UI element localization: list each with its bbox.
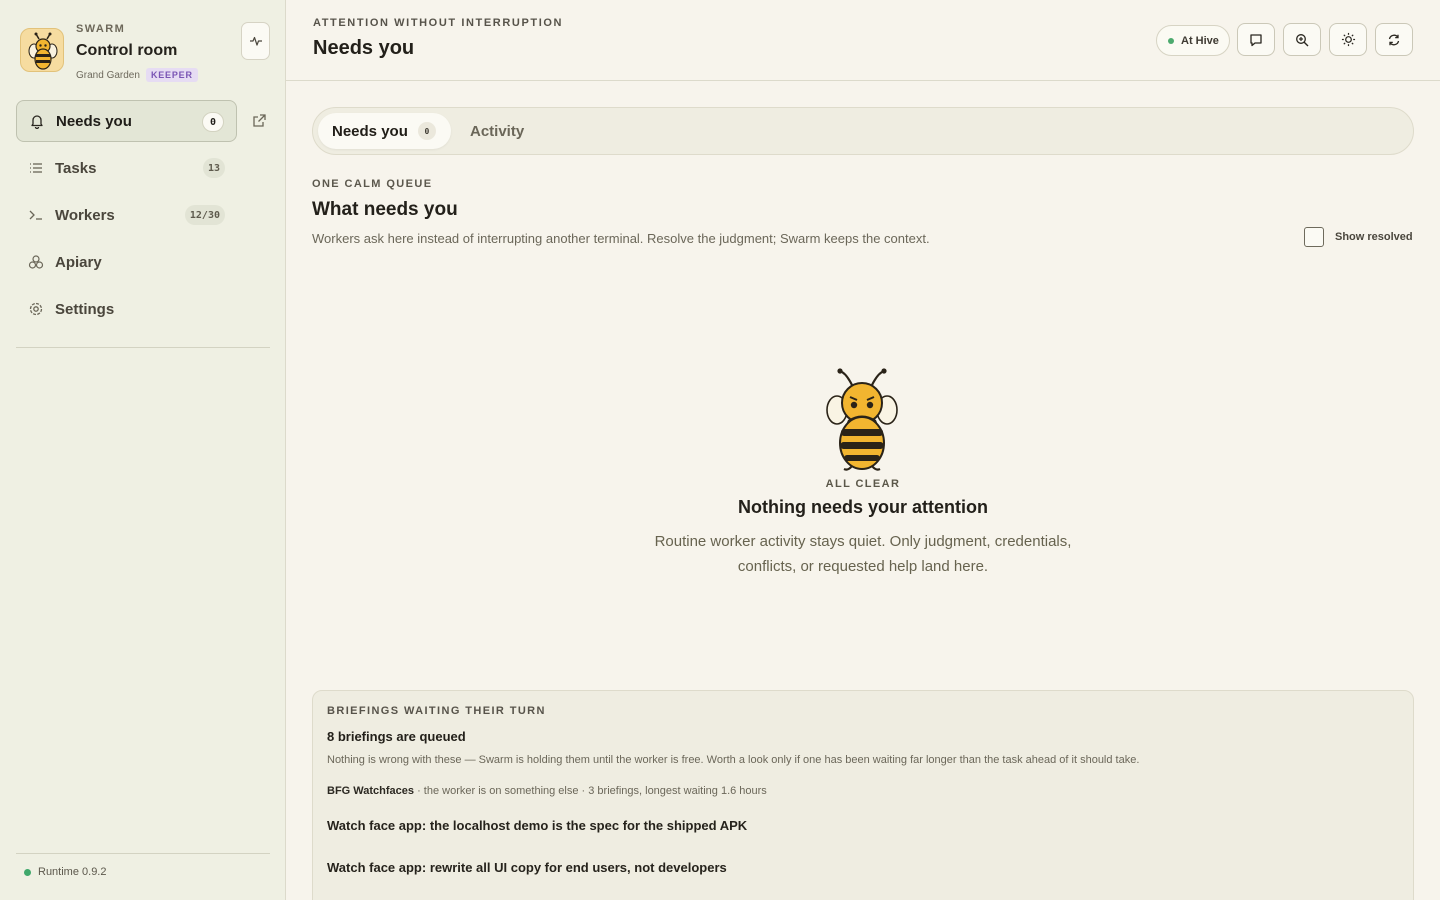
tab-bar: Needs you 0 Activity bbox=[312, 107, 1414, 155]
brand-block: SWARM Control room Grand Garden KEEPER bbox=[20, 20, 270, 84]
briefings-eyebrow: BRIEFINGS WAITING THEIR TURN bbox=[327, 705, 546, 717]
tab-needs-you[interactable]: Needs you 0 bbox=[318, 113, 451, 149]
section-title: What needs you bbox=[312, 199, 458, 220]
sidebar-item-label: Workers bbox=[55, 206, 115, 224]
header-eyebrow: ATTENTION WITHOUT INTERRUPTION bbox=[313, 17, 564, 29]
theme-toggle-button[interactable] bbox=[1329, 23, 1367, 56]
bee-logo-icon bbox=[20, 28, 64, 72]
page-header: ATTENTION WITHOUT INTERRUPTION Needs you… bbox=[286, 0, 1440, 81]
sidebar-item-needs-you[interactable]: Needs you 0 bbox=[16, 100, 237, 142]
tab-count-badge: 0 bbox=[417, 122, 436, 140]
briefing-group-name: BFG Watchfaces bbox=[327, 785, 415, 797]
brand-eyebrow: SWARM bbox=[76, 23, 126, 35]
workers-count: 12/30 bbox=[184, 205, 225, 225]
gear-icon bbox=[27, 300, 45, 318]
empty-state-eyebrow: ALL CLEAR bbox=[825, 478, 901, 490]
zoom-button[interactable] bbox=[1283, 23, 1321, 56]
hive-cells-icon bbox=[27, 253, 45, 271]
briefings-description: Nothing is wrong with these — Swarm is h… bbox=[327, 754, 1140, 766]
workspace-name: Grand Garden bbox=[76, 69, 140, 81]
tab-label: Needs you bbox=[332, 122, 408, 140]
role-badge: KEEPER bbox=[145, 68, 198, 82]
tab-label: Activity bbox=[470, 122, 525, 140]
show-resolved-checkbox[interactable] bbox=[1304, 227, 1324, 247]
sidebar-divider bbox=[16, 347, 270, 348]
show-resolved-toggle[interactable]: Show resolved bbox=[1304, 227, 1413, 247]
briefing-group-meta: · the worker is on something else · 3 br… bbox=[417, 785, 767, 797]
status-dot-icon bbox=[1168, 37, 1174, 44]
empty-state-description: Routine worker activity stays quiet. Onl… bbox=[654, 533, 1072, 575]
pulse-icon bbox=[249, 36, 262, 46]
sidebar-item-label: Apiary bbox=[55, 253, 102, 271]
sidebar-item-label: Tasks bbox=[55, 159, 97, 177]
terminal-icon bbox=[27, 206, 45, 224]
chat-button[interactable] bbox=[1237, 23, 1275, 56]
sidebar: SWARM Control room Grand Garden KEEPER N… bbox=[0, 0, 286, 900]
section-description: Workers ask here instead of interrupting… bbox=[312, 231, 930, 246]
at-hive-status-pill[interactable]: At Hive bbox=[1156, 25, 1230, 56]
runtime-status: Runtime 0.9.2 bbox=[24, 866, 106, 878]
activity-pulse-button[interactable] bbox=[241, 22, 270, 60]
queued-briefings-panel: BRIEFINGS WAITING THEIR TURN 8 briefings… bbox=[312, 690, 1414, 900]
list-icon bbox=[27, 159, 45, 177]
briefings-title: 8 briefings are queued bbox=[327, 729, 466, 744]
briefing-item[interactable]: Watch face app: the localhost demo is th… bbox=[327, 818, 747, 833]
refresh-button[interactable] bbox=[1375, 23, 1413, 56]
open-external-button[interactable] bbox=[249, 111, 269, 131]
section-eyebrow: ONE CALM QUEUE bbox=[312, 178, 433, 190]
external-link-icon bbox=[253, 114, 266, 127]
sidebar-footer-divider bbox=[16, 853, 270, 854]
sidebar-item-workers[interactable]: Workers 12/30 bbox=[16, 194, 237, 236]
bee-mascot-icon bbox=[822, 365, 902, 475]
briefing-item[interactable]: Watch face app: rewrite all UI copy for … bbox=[327, 860, 727, 875]
hive-status-label: At Hive bbox=[1181, 34, 1219, 47]
sidebar-item-apiary[interactable]: Apiary bbox=[16, 241, 237, 283]
zoom-in-icon bbox=[1296, 33, 1309, 46]
chat-icon bbox=[1250, 33, 1262, 46]
sidebar-item-settings[interactable]: Settings bbox=[16, 288, 237, 330]
tasks-count: 13 bbox=[202, 158, 225, 178]
sidebar-item-label: Needs you bbox=[56, 112, 132, 130]
brand-subtitle: Grand Garden KEEPER bbox=[76, 68, 198, 82]
show-resolved-label: Show resolved bbox=[1335, 231, 1413, 243]
main-content: Needs you 0 Activity ONE CALM QUEUE What… bbox=[286, 81, 1440, 900]
status-dot-icon bbox=[24, 868, 31, 876]
briefing-group-header: BFG Watchfaces · the worker is on someth… bbox=[327, 785, 767, 797]
empty-state-title: Nothing needs your attention bbox=[738, 497, 988, 517]
runtime-version: Runtime 0.9.2 bbox=[38, 866, 107, 878]
sidebar-nav: Needs you 0 Tasks 13 Workers 12/30 Apiar… bbox=[16, 100, 270, 335]
tab-activity[interactable]: Activity bbox=[470, 113, 524, 149]
refresh-icon bbox=[1388, 34, 1400, 45]
sidebar-item-tasks[interactable]: Tasks 13 bbox=[16, 147, 237, 189]
bell-icon bbox=[28, 112, 46, 130]
brand-title: Control room bbox=[76, 42, 178, 59]
page-title: Needs you bbox=[313, 37, 415, 59]
sun-icon bbox=[1341, 32, 1355, 47]
sidebar-item-label: Settings bbox=[55, 300, 115, 318]
needs-you-count: 0 bbox=[202, 112, 224, 132]
